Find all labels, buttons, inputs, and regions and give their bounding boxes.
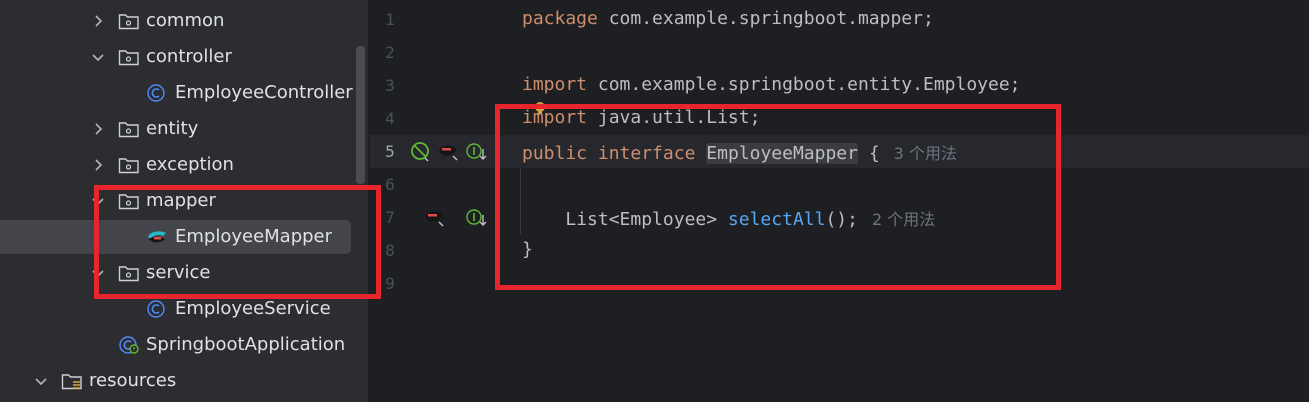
spring-boot-class-icon <box>118 336 140 354</box>
tree-item-label: resources <box>89 370 177 391</box>
chevron-right-icon[interactable] <box>91 158 105 172</box>
line-number: 1 <box>385 10 395 29</box>
resources-folder-icon <box>61 372 83 390</box>
line-number-active: 5 <box>385 142 395 161</box>
tree-item-label: EmployeeService <box>175 298 331 319</box>
annotation-box-tree <box>94 185 381 299</box>
chevron-right-icon[interactable] <box>91 122 105 136</box>
tree-item-springboot-application[interactable]: SpringbootApplication <box>0 327 368 363</box>
implemented-icon[interactable] <box>466 142 488 162</box>
tree-item-label: entity <box>146 118 199 139</box>
chevron-down-icon[interactable] <box>34 374 48 388</box>
folder-icon <box>118 156 140 174</box>
tree-item-label: common <box>146 10 225 31</box>
line-number: 2 <box>385 43 395 62</box>
tree-item-resources[interactable]: resources <box>0 363 368 399</box>
mybatis-bird-icon[interactable] <box>423 207 445 227</box>
import-path: com.example.springboot.entity.Employee; <box>587 74 1021 95</box>
tree-item-common[interactable]: common <box>0 3 368 39</box>
line-number: 4 <box>385 109 395 128</box>
tree-item-employee-controller[interactable]: EmployeeController <box>0 75 368 111</box>
keyword: package <box>522 8 598 29</box>
folder-icon <box>118 120 140 138</box>
package-name: com.example.springboot.mapper; <box>597 8 934 29</box>
class-icon <box>146 300 168 318</box>
tree-item-controller[interactable]: controller <box>0 39 368 75</box>
mybatis-bird-icon[interactable] <box>437 141 459 161</box>
tree-item-label: exception <box>146 154 234 175</box>
line-number: 3 <box>385 76 395 95</box>
tree-item-label: SpringbootApplication <box>146 334 346 355</box>
code-line-3[interactable]: import com.example.springboot.entity.Emp… <box>522 74 1021 95</box>
tree-scrollbar[interactable] <box>356 46 365 184</box>
tree-item-label: controller <box>146 46 232 67</box>
tree-item-exception[interactable]: exception <box>0 147 368 183</box>
code-line-1[interactable]: package com.example.springboot.mapper; <box>522 8 934 29</box>
no-entry-icon[interactable] <box>410 141 432 163</box>
tree-item-label: EmployeeController <box>175 82 353 103</box>
keyword: import <box>522 74 588 95</box>
class-icon <box>146 84 168 102</box>
chevron-down-icon[interactable] <box>91 50 105 64</box>
folder-icon <box>118 12 140 30</box>
tree-item-entity[interactable]: entity <box>0 111 368 147</box>
chevron-right-icon[interactable] <box>91 14 105 28</box>
folder-icon <box>118 48 140 66</box>
implemented-icon[interactable] <box>466 208 488 228</box>
annotation-box-code <box>495 104 1061 290</box>
